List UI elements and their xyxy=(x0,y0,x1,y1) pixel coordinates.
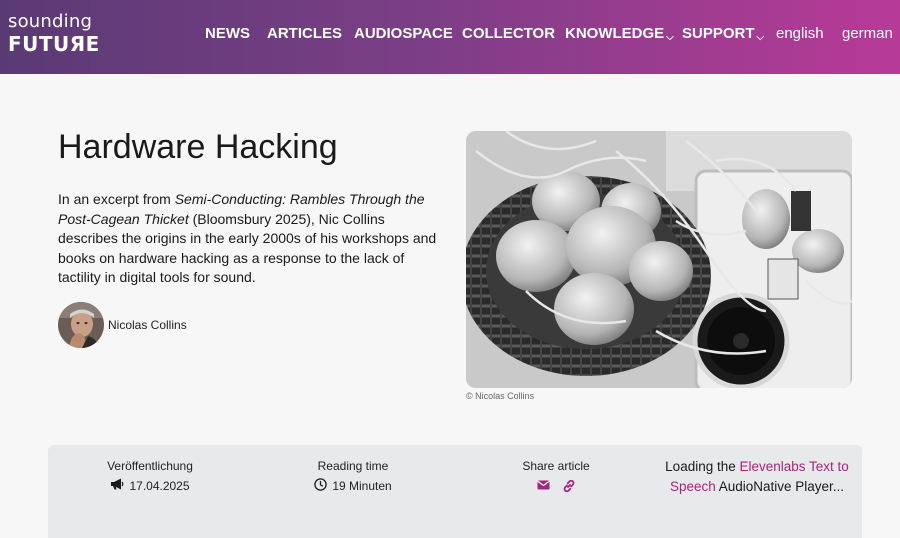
tts-prefix: Loading the xyxy=(665,459,740,474)
chevron-down-icon: ⌵ xyxy=(666,32,674,43)
logo-text-bottom: FUTUЯE xyxy=(8,32,100,56)
nav-support[interactable]: SUPPORT ⌵ xyxy=(682,25,765,43)
publication-meta: Veröffentlichung 17.04.2025 xyxy=(98,459,202,493)
nav-collector[interactable]: COLLECTOR xyxy=(462,25,555,42)
email-icon[interactable] xyxy=(536,479,550,496)
image-caption: © Nicolas Collins xyxy=(466,391,535,401)
chevron-down-icon: ⌵ xyxy=(756,32,765,43)
lang-german[interactable]: german xyxy=(842,25,893,42)
author-name[interactable]: Nicolas Collins xyxy=(108,318,187,332)
nav-audiospace[interactable]: AUDIOSPACE xyxy=(354,25,453,42)
page-title: Hardware Hacking xyxy=(58,128,338,166)
megaphone-icon xyxy=(110,478,124,493)
clock-icon xyxy=(314,478,328,494)
nav-articles[interactable]: ARTICLES xyxy=(267,25,342,42)
share-meta: Share article xyxy=(510,459,602,496)
share-icons xyxy=(510,479,602,496)
reading-time: 19 Minuten xyxy=(332,479,392,493)
publication-label: Veröffentlichung xyxy=(107,459,193,473)
reading-time-value: 19 Minuten xyxy=(303,478,403,494)
tts-suffix: AudioNative Player... xyxy=(715,478,845,494)
reading-time-label: Reading time xyxy=(317,459,389,473)
site-logo[interactable]: sounding FUTUЯE xyxy=(8,11,100,57)
article-meta-bar: Veröffentlichung 17.04.2025 Reading time… xyxy=(48,445,862,538)
article-hero-image xyxy=(466,131,852,388)
reading-time-meta: Reading time 19 Minuten xyxy=(303,459,403,494)
lang-english[interactable]: english xyxy=(776,25,824,42)
nav-knowledge[interactable]: KNOWLEDGE ⌵ xyxy=(565,25,674,43)
nav-support-label: SUPPORT xyxy=(682,25,755,42)
publication-date: 17.04.2025 xyxy=(129,478,190,493)
link-icon[interactable] xyxy=(562,479,576,496)
logo-text-top: sounding xyxy=(8,11,93,32)
share-label: Share article xyxy=(522,459,590,473)
nav-knowledge-label: KNOWLEDGE xyxy=(565,25,665,42)
excerpt-intro: In an excerpt from xyxy=(58,191,175,207)
author-block[interactable]: Nicolas Collins xyxy=(58,302,187,348)
tts-loading-notice: Loading the Elevenlabs Text to Speech Au… xyxy=(662,457,852,496)
article-excerpt: In an excerpt from Semi-Conducting: Ramb… xyxy=(58,190,448,288)
publication-value: 17.04.2025 xyxy=(98,478,202,493)
nav-news[interactable]: NEWS xyxy=(205,25,250,42)
site-header: sounding FUTUЯE NEWS ARTICLES AUDIOSPACE… xyxy=(0,0,900,74)
author-avatar xyxy=(58,302,104,348)
